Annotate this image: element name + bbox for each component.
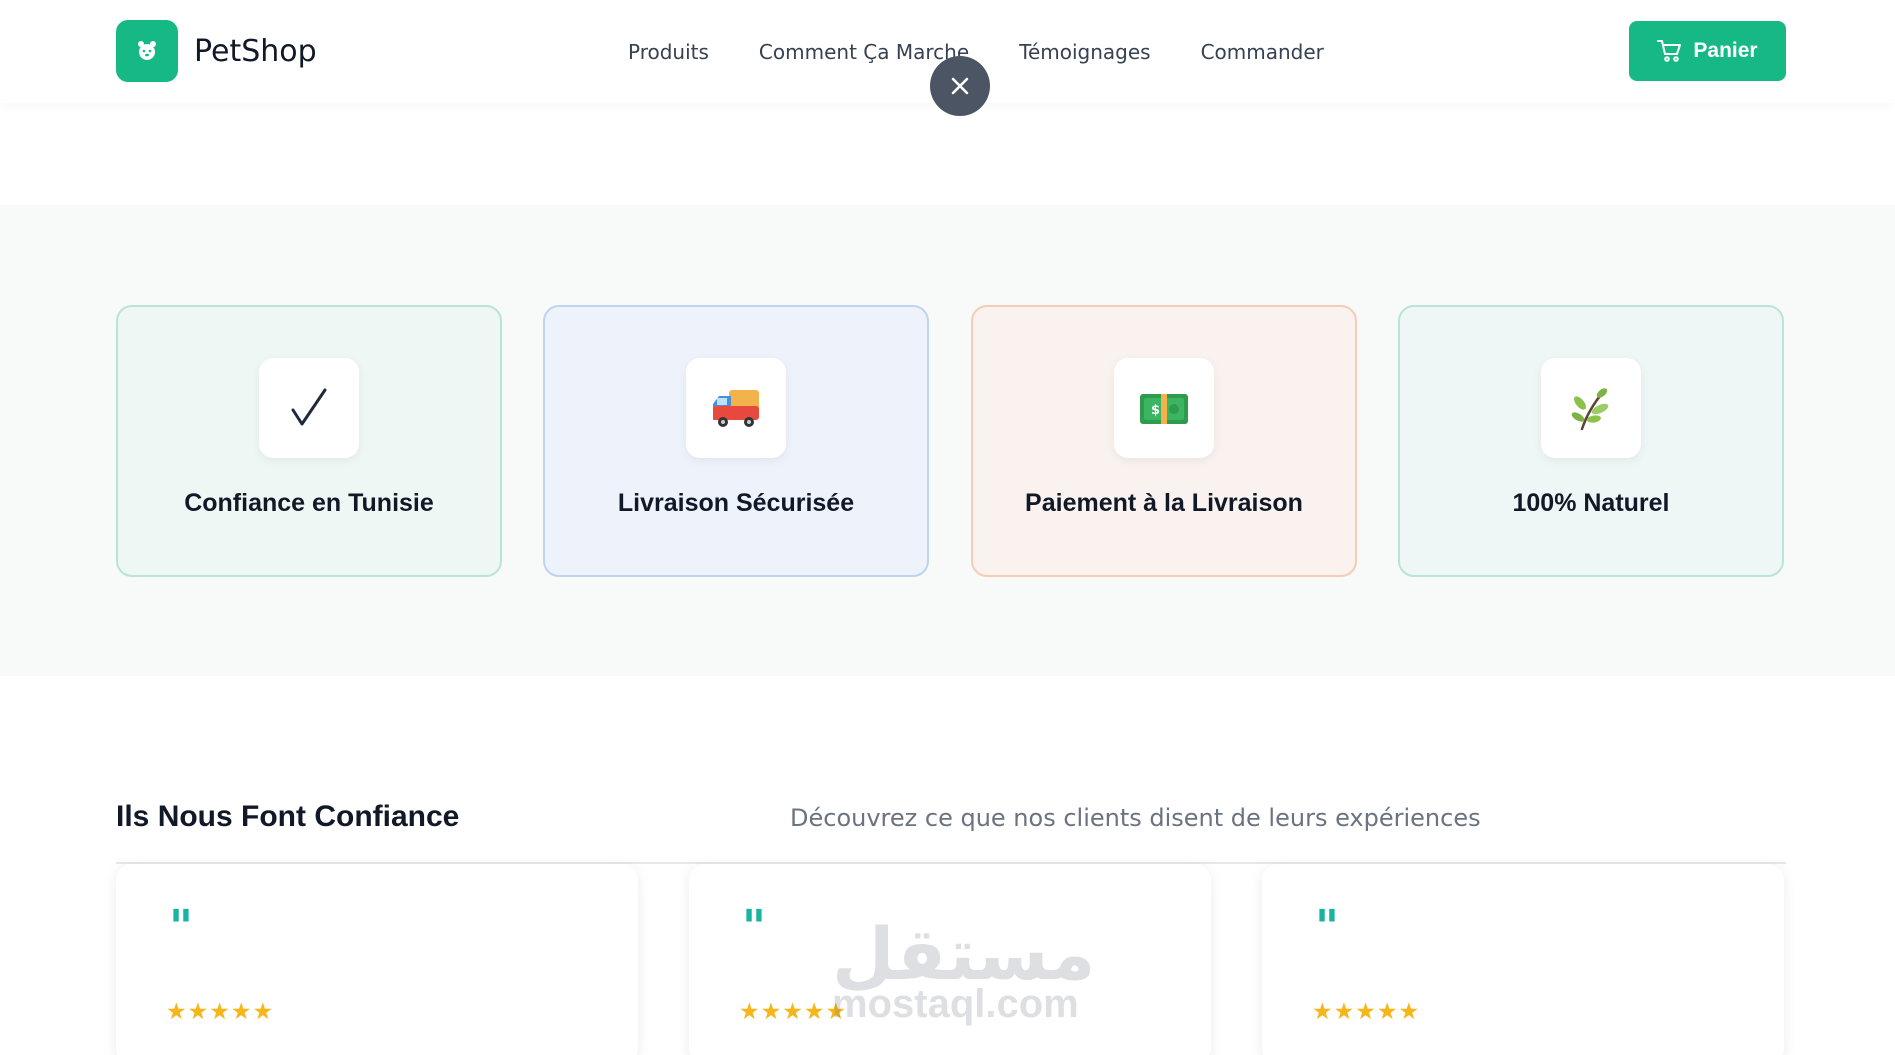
quote-mark-icon: " — [169, 900, 193, 954]
nav-temoignages[interactable]: Témoignages — [1019, 40, 1150, 64]
testimonials-subtitle: Découvrez ce que nos clients disent de l… — [790, 804, 1481, 832]
watermark-arabic: مستقل — [832, 912, 1096, 996]
feature-card-confiance: Confiance en Tunisie — [116, 305, 502, 577]
banknote-icon: $ — [1114, 358, 1214, 458]
testimonial-card: " ★★★★★ — [116, 864, 638, 1055]
cart-button[interactable]: Panier — [1629, 21, 1786, 81]
star-rating: ★★★★★ — [1312, 998, 1421, 1024]
testimonials-title: Ils Nous Font Confiance — [116, 800, 460, 833]
logo-text: PetShop — [194, 33, 317, 69]
pet-logo-icon — [116, 20, 178, 82]
feature-title: Paiement à la Livraison — [1025, 489, 1303, 517]
cart-label: Panier — [1693, 39, 1758, 62]
quote-mark-icon: " — [1315, 900, 1339, 954]
logo-link[interactable]: PetShop — [116, 20, 317, 82]
feature-card-paiement: $ Paiement à la Livraison — [971, 305, 1357, 577]
quote-mark-icon: " — [742, 900, 766, 954]
feature-title: Livraison Sécurisée — [617, 489, 855, 517]
main-nav: Produits Comment Ça Marche Témoignages C… — [628, 0, 1374, 103]
feature-title: 100% Naturel — [1512, 489, 1670, 517]
delivery-truck-icon — [686, 358, 786, 458]
features-section: Confiance en Tunisie Livraison Sécurisée — [0, 205, 1895, 676]
feature-card-naturel: 100% Naturel — [1398, 305, 1784, 577]
star-rating: ★★★★★ — [739, 998, 848, 1024]
star-rating: ★★★★★ — [166, 998, 275, 1024]
watermark-latin: mostaql.com — [832, 982, 1079, 1026]
checkmark-icon — [259, 358, 359, 458]
nav-commander[interactable]: Commander — [1201, 40, 1324, 64]
nav-produits[interactable]: Produits — [628, 40, 709, 64]
close-button[interactable] — [930, 56, 990, 116]
close-icon — [951, 77, 969, 95]
watermark: مستقل mostaql.com — [832, 912, 1096, 1026]
nav-comment-ca-marche[interactable]: Comment Ça Marche — [759, 40, 969, 64]
feature-card-livraison: Livraison Sécurisée — [543, 305, 929, 577]
testimonial-card: " ★★★★★ — [1262, 864, 1784, 1055]
svg-text:$: $ — [1151, 403, 1160, 418]
herb-icon — [1541, 358, 1641, 458]
feature-title: Confiance en Tunisie — [184, 489, 434, 517]
cart-icon — [1657, 40, 1682, 62]
